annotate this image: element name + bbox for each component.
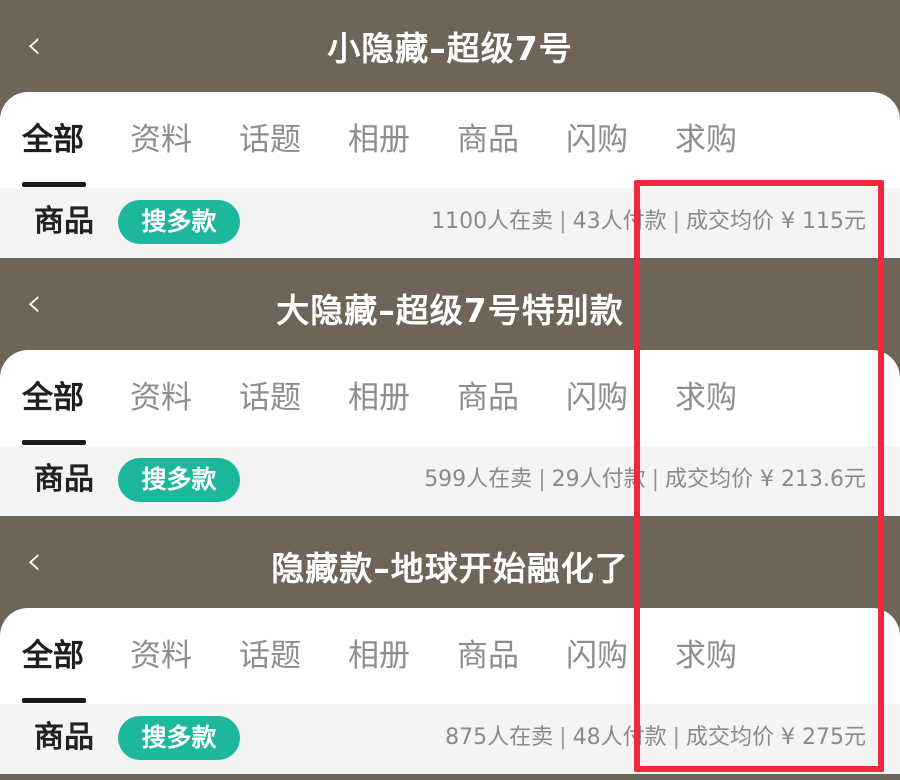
tab-products[interactable]: 商品 [457,634,519,678]
product-panel: ‹ 隐藏款–地球开始融化了 全部 资料 话题 相册 商品 闪购 求购 商品 搜多… [0,516,900,776]
stats-separator: | [559,209,567,234]
tab-flash-sale[interactable]: 闪购 [566,634,628,678]
section-label: 商品 [34,720,94,755]
active-tab-indicator [22,440,86,445]
page-title: 大隐藏–超级7号特别款 [276,291,624,330]
search-more-button[interactable]: 搜多款 [118,716,240,760]
sellers-count: 875人在卖 [445,725,554,750]
sellers-count: 599人在卖 [424,467,533,492]
stats-bar: 商品 搜多款 599人在卖 | 29人付款 | 成交均价 ¥ 213.6元 [0,446,900,516]
page-title: 小隐藏–超级7号 [327,29,573,68]
payers-count: 48人付款 [572,725,667,750]
stats-separator: | [672,209,681,234]
section-label: 商品 [34,204,94,239]
tab-topics[interactable]: 话题 [239,376,301,420]
tab-products[interactable]: 商品 [457,376,519,420]
active-tab-indicator [22,182,86,187]
tab-wanted[interactable]: 求购 [675,118,737,162]
tab-flash-sale[interactable]: 闪购 [566,118,628,162]
product-panel: ‹ 大隐藏–超级7号特别款 全部 资料 话题 相册 商品 闪购 求购 商品 搜多… [0,258,900,518]
stats-separator: | [672,725,681,750]
stats-separator: | [538,467,546,492]
sales-stats: 1100人在卖 | 43人付款 | 成交均价 ¥ 115元 [431,200,866,244]
tab-info[interactable]: 资料 [130,634,192,678]
payers-count: 29人付款 [551,467,646,492]
sellers-count: 1100人在卖 [431,209,554,234]
sales-stats: 599人在卖 | 29人付款 | 成交均价 ¥ 213.6元 [424,458,866,502]
product-panel: ‹ 小隐藏–超级7号 全部 资料 话题 相册 商品 闪购 求购 商品 搜多款 1… [0,0,900,260]
stats-separator: | [651,467,660,492]
tab-album[interactable]: 相册 [348,634,410,678]
tab-bar: 全部 资料 话题 相册 商品 闪购 求购 [0,350,900,446]
stats-bar: 商品 搜多款 1100人在卖 | 43人付款 | 成交均价 ¥ 115元 [0,188,900,258]
payers-count: 43人付款 [572,209,667,234]
top-bar: ‹ 隐藏款–地球开始融化了 [0,516,900,608]
tab-album[interactable]: 相册 [348,376,410,420]
stats-bar: 商品 搜多款 875人在卖 | 48人付款 | 成交均价 ¥ 275元 [0,704,900,774]
tab-card: 全部 资料 话题 相册 商品 闪购 求购 [0,608,900,704]
tab-bar: 全部 资料 话题 相册 商品 闪购 求购 [0,608,900,704]
tab-all[interactable]: 全部 [22,118,84,162]
tab-info[interactable]: 资料 [130,376,192,420]
tab-info[interactable]: 资料 [130,118,192,162]
screenshot-stage: ‹ 小隐藏–超级7号 全部 资料 话题 相册 商品 闪购 求购 商品 搜多款 1… [0,0,900,780]
average-price: 成交均价 ¥ 115元 [686,209,866,234]
average-price: 成交均价 ¥ 213.6元 [665,467,866,492]
sales-stats: 875人在卖 | 48人付款 | 成交均价 ¥ 275元 [445,716,866,760]
tab-album[interactable]: 相册 [348,118,410,162]
page-title: 隐藏款–地球开始融化了 [271,549,629,588]
top-bar: ‹ 小隐藏–超级7号 [0,0,900,92]
top-bar: ‹ 大隐藏–超级7号特别款 [0,258,900,350]
search-more-button[interactable]: 搜多款 [118,458,240,502]
tab-wanted[interactable]: 求购 [675,376,737,420]
tab-card: 全部 资料 话题 相册 商品 闪购 求购 [0,350,900,446]
tab-topics[interactable]: 话题 [239,118,301,162]
tab-wanted[interactable]: 求购 [675,634,737,678]
active-tab-indicator [22,698,86,703]
tab-topics[interactable]: 话题 [239,634,301,678]
tab-bar: 全部 资料 话题 相册 商品 闪购 求购 [0,92,900,188]
tab-all[interactable]: 全部 [22,634,84,678]
stats-separator: | [559,725,567,750]
average-price: 成交均价 ¥ 275元 [686,725,866,750]
tab-products[interactable]: 商品 [457,118,519,162]
section-label: 商品 [34,462,94,497]
tab-card: 全部 资料 话题 相册 商品 闪购 求购 [0,92,900,188]
tab-all[interactable]: 全部 [22,376,84,420]
tab-flash-sale[interactable]: 闪购 [566,376,628,420]
search-more-button[interactable]: 搜多款 [118,200,240,244]
